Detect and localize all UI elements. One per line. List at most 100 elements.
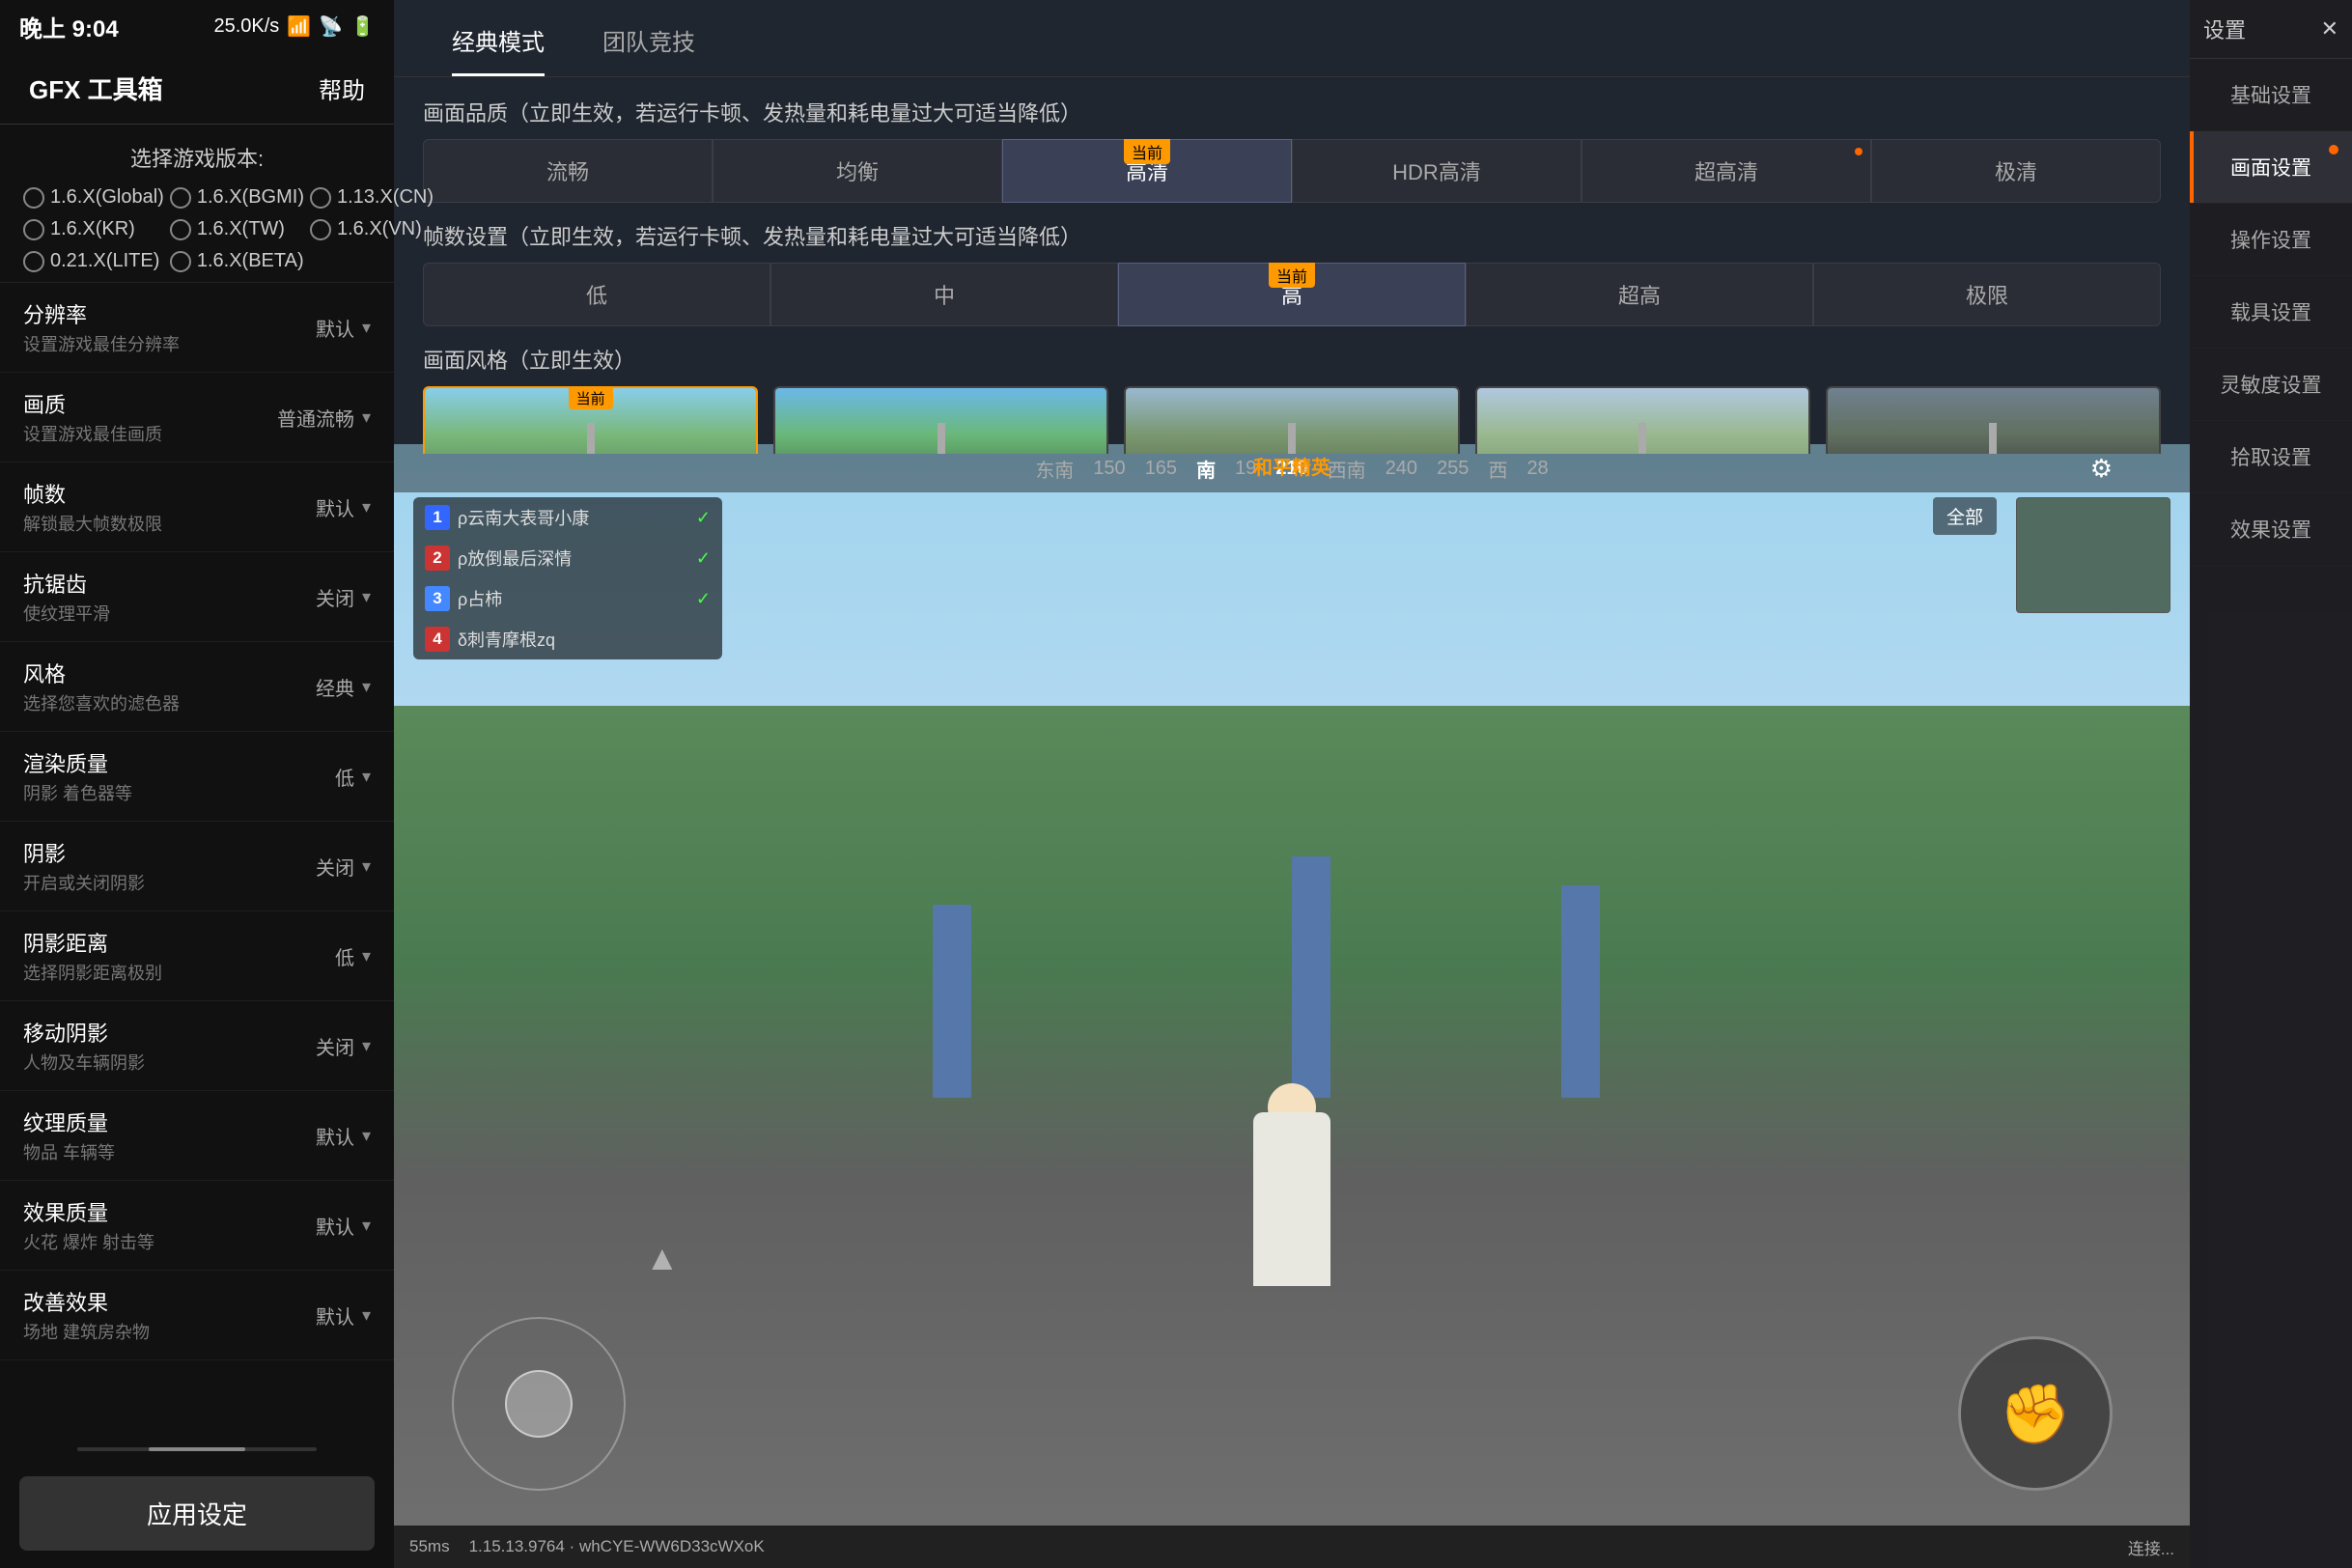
fps-medium[interactable]: 中 — [770, 263, 1118, 326]
setting-texture-desc: 物品 车辆等 — [23, 1139, 115, 1164]
sidebar-vehicle-label: 载具设置 — [2230, 297, 2311, 326]
setting-shadow[interactable]: 阴影 开启或关闭阴影 关闭 ▾ — [0, 822, 394, 911]
sidebar-display-label: 画面设置 — [2230, 153, 2311, 182]
setting-texture[interactable]: 纹理质量 物品 车辆等 默认 ▾ — [0, 1091, 394, 1181]
setting-style-name: 风格 — [23, 658, 180, 688]
radio-bgmi[interactable] — [170, 187, 191, 209]
right-sidebar: 设置 ✕ 基础设置 画面设置 操作设置 载具设置 灵敏度设置 拾取设置 效果设置 — [2190, 0, 2352, 1568]
status-bar: 晚上 9:04 25.0K/s 📶 📡 🔋 — [0, 0, 394, 53]
setting-render-value: 低 — [335, 763, 354, 791]
current-badge-fps: 当前 — [1269, 263, 1315, 288]
version-beta-label: 1.6.X(BETA) — [197, 250, 304, 272]
style-cinematic[interactable]: 电影 — [1826, 386, 2161, 454]
version-global[interactable]: 1.6.X(Global) — [23, 186, 164, 209]
radio-global[interactable] — [23, 187, 44, 209]
tab-team[interactable]: 团队竞技 — [574, 0, 724, 76]
style-realistic[interactable]: 写实 — [1124, 386, 1459, 454]
center-area: 经典模式 团队竞技 画面品质（立即生效，若运行卡顿、发热量和耗电量过大可适当降低… — [394, 0, 2190, 1568]
setting-effects-name: 效果质量 — [23, 1196, 154, 1227]
setting-fps-name: 帧数 — [23, 478, 162, 509]
settings-tabs: 经典模式 团队竞技 — [394, 0, 2190, 77]
sidebar-item-basic[interactable]: 基础设置 — [2190, 59, 2352, 131]
sidebar-item-effects[interactable]: 效果设置 — [2190, 493, 2352, 566]
radio-lite[interactable] — [23, 251, 44, 272]
setting-texture-name: 纹理质量 — [23, 1106, 115, 1137]
sidebar-header: 设置 ✕ — [2190, 0, 2352, 59]
chevron-icon-3: ▾ — [362, 497, 371, 518]
version-vn[interactable]: 1.6.X(VN) — [310, 218, 434, 240]
sidebar-item-sensitivity[interactable]: 灵敏度设置 — [2190, 349, 2352, 421]
radio-cn[interactable] — [310, 187, 331, 209]
scrollbar[interactable] — [77, 1447, 317, 1451]
fps-ultrahigh[interactable]: 超高 — [1466, 263, 1813, 326]
version-tw[interactable]: 1.6.X(TW) — [170, 218, 304, 240]
setting-style[interactable]: 风格 选择您喜欢的滤色器 经典 ▾ — [0, 642, 394, 732]
version-bgmi[interactable]: 1.6.X(BGMI) — [170, 186, 304, 209]
setting-improve[interactable]: 改善效果 场地 建筑房杂物 默认 ▾ — [0, 1271, 394, 1360]
sidebar-item-controls[interactable]: 操作设置 — [2190, 204, 2352, 276]
version-cn[interactable]: 1.13.X(CN) — [310, 186, 434, 209]
quality-hdr[interactable]: HDR高清 — [1292, 139, 1582, 203]
fps-low[interactable]: 低 — [423, 263, 770, 326]
quality-smooth[interactable]: 流畅 — [423, 139, 713, 203]
setting-render[interactable]: 渲染质量 阴影 着色器等 低 ▾ — [0, 732, 394, 822]
setting-quality-name: 画质 — [23, 388, 162, 419]
setting-antialias-name: 抗锯齿 — [23, 568, 110, 599]
style-soft[interactable]: 柔和 — [1475, 386, 1810, 454]
radio-beta[interactable] — [170, 251, 191, 272]
radio-tw[interactable] — [170, 219, 191, 240]
setting-shadow-dist[interactable]: 阴影距离 选择阴影距离极别 低 ▾ — [0, 911, 394, 1001]
graphics-quality-options: 流畅 均衡 当前 高清 HDR高清 超高清 — [423, 139, 2161, 203]
tab-classic[interactable]: 经典模式 — [423, 0, 574, 76]
radio-kr[interactable] — [23, 219, 44, 240]
graphics-quality-title: 画面品质（立即生效，若运行卡顿、发热量和耗电量过大可适当降低） — [423, 97, 2161, 127]
setting-quality-desc: 设置游戏最佳画质 — [23, 421, 162, 446]
setting-movingshadow-name: 移动阴影 — [23, 1017, 145, 1048]
chevron-icon-9: ▾ — [362, 1036, 371, 1056]
sidebar-item-pickup[interactable]: 拾取设置 — [2190, 421, 2352, 493]
status-icons: 25.0K/s 📶 📡 🔋 — [213, 14, 375, 39]
version-global-label: 1.6.X(Global) — [50, 186, 164, 209]
chevron-icon: ▾ — [362, 318, 371, 338]
setting-antialias[interactable]: 抗锯齿 使纹理平滑 关闭 ▾ — [0, 552, 394, 642]
style-vivid[interactable]: 鲜艳 — [773, 386, 1108, 454]
setting-movingshadow-desc: 人物及车辆阴影 — [23, 1050, 145, 1075]
setting-effects[interactable]: 效果质量 火花 爆炸 射击等 默认 ▾ — [0, 1181, 394, 1271]
setting-improve-value: 默认 — [316, 1302, 354, 1330]
setting-fps[interactable]: 帧数 解锁最大帧数极限 默认 ▾ — [0, 462, 394, 552]
chevron-icon-10: ▾ — [362, 1126, 371, 1146]
version-kr[interactable]: 1.6.X(KR) — [23, 218, 164, 240]
sidebar-item-display[interactable]: 画面设置 — [2190, 131, 2352, 204]
setting-quality[interactable]: 画质 设置游戏最佳画质 普通流畅 ▾ — [0, 373, 394, 462]
setting-resolution-value: 默认 — [316, 314, 354, 342]
pillar-3 — [1561, 885, 1600, 1098]
setting-shadowdist-name: 阴影距离 — [23, 927, 162, 958]
radio-vn[interactable] — [310, 219, 331, 240]
setting-fps-value: 默认 — [316, 493, 354, 521]
quality-ultrahd[interactable]: 超高清 — [1582, 139, 1871, 203]
setting-resolution[interactable]: 分辨率 设置游戏最佳分辨率 默认 ▾ — [0, 283, 394, 373]
version-vn-label: 1.6.X(VN) — [337, 218, 422, 240]
sidebar-title: 设置 — [2203, 14, 2246, 44]
left-panel: GFX 工具箱 帮助 选择游戏版本: 1.6.X(Global) 1.6.X(B… — [0, 0, 394, 1568]
signal-icon: 📶 — [287, 14, 311, 39]
close-icon[interactable]: ✕ — [2321, 16, 2338, 42]
sidebar-item-vehicle[interactable]: 载具设置 — [2190, 276, 2352, 349]
setting-fps-desc: 解锁最大帧数极限 — [23, 511, 162, 536]
version-beta[interactable]: 1.6.X(BETA) — [170, 250, 304, 272]
quality-hd[interactable]: 当前 高清 — [1002, 139, 1292, 203]
setting-texture-value: 默认 — [316, 1122, 354, 1150]
help-button[interactable]: 帮助 — [319, 71, 365, 105]
sidebar-basic-label: 基础设置 — [2230, 80, 2311, 109]
fps-extreme[interactable]: 极限 — [1813, 263, 2161, 326]
fps-high[interactable]: 当前 高 — [1118, 263, 1466, 326]
apply-button[interactable]: 应用设定 — [19, 1476, 375, 1551]
quality-extreme[interactable]: 极清 — [1871, 139, 2161, 203]
app-title: GFX 工具箱 — [29, 70, 163, 106]
version-lite[interactable]: 0.21.X(LITE) — [23, 250, 164, 272]
setting-resolution-desc: 设置游戏最佳分辨率 — [23, 331, 180, 356]
setting-moving-shadow[interactable]: 移动阴影 人物及车辆阴影 关闭 ▾ — [0, 1001, 394, 1091]
setting-render-desc: 阴影 着色器等 — [23, 780, 132, 805]
style-classic[interactable]: 当前 经典 — [423, 386, 758, 454]
quality-balanced[interactable]: 均衡 — [713, 139, 1002, 203]
